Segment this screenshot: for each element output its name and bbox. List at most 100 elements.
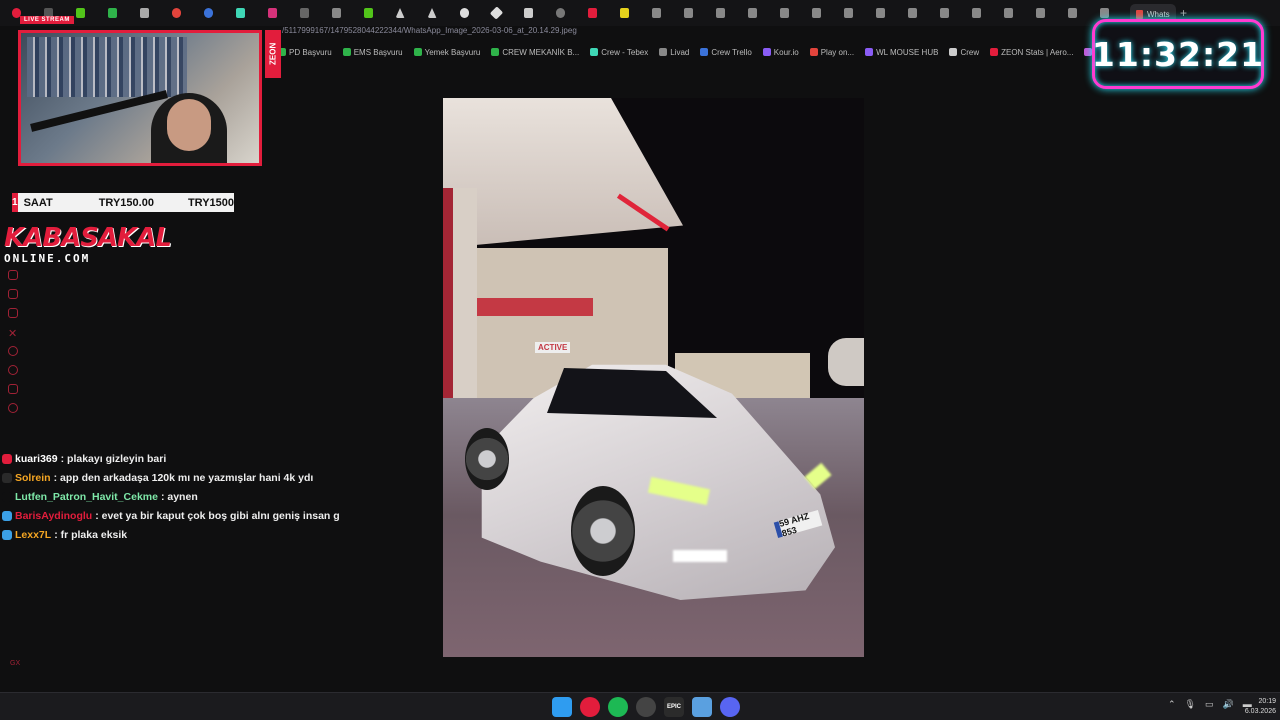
bookmark-label: Livad: [670, 47, 690, 57]
tab-icon-list[interactable]: [128, 0, 160, 26]
document-icon-7[interactable]: [800, 0, 832, 26]
bookmark-item[interactable]: Crew: [949, 48, 979, 57]
address-bar[interactable]: /5117999167/1479528044222344/WhatsApp_Im…: [270, 26, 1090, 40]
bookmark-item[interactable]: Livad: [659, 48, 689, 57]
document-icon-11[interactable]: [928, 0, 960, 26]
epic-label: EPIC: [666, 704, 681, 710]
sidebar-bottom-label: GX: [10, 660, 21, 667]
document-icon-5[interactable]: [736, 0, 768, 26]
bookmark-item[interactable]: Crew Trello: [700, 48, 752, 57]
fog-light: [673, 550, 727, 562]
sidebar-icon-7[interactable]: [8, 384, 18, 394]
epic-icon[interactable]: EPIC: [664, 697, 684, 717]
chat-username[interactable]: Lutfen_Patron_Havit_Cekme: [15, 491, 158, 503]
chat-username[interactable]: Solrein: [15, 472, 51, 484]
bookmark-label: PD Başvuru: [289, 47, 332, 57]
taskbar-apps: EPIC: [552, 697, 740, 717]
tab-icon-red[interactable]: [160, 0, 192, 26]
bookmark-item[interactable]: Yemek Başvuru: [413, 48, 480, 57]
document-icon-6[interactable]: [768, 0, 800, 26]
tab-icon-s[interactable]: [608, 0, 640, 26]
taskbar-time: 20:19: [1258, 698, 1276, 705]
chat-username[interactable]: BarisAydinoglu: [15, 510, 92, 522]
bookmark-item[interactable]: PD Başvuru: [278, 48, 332, 57]
tab-icon-k2[interactable]: [352, 0, 384, 26]
bookmark-item[interactable]: Play on...: [809, 47, 855, 57]
bookmark-item[interactable]: Crew - Tebex: [590, 48, 648, 57]
bookmark-icon: [865, 48, 874, 56]
x-sidebar-icon[interactable]: ✕: [8, 327, 18, 340]
webcam-overlay: [18, 30, 262, 166]
clock-sidebar-icon[interactable]: [8, 365, 18, 375]
bookmark-label: WL MOUSE HUB: [876, 47, 939, 57]
left-sidebar: ✕: [8, 270, 22, 422]
taskbar-date: 6.03.2026: [1244, 708, 1276, 715]
bookmark-item[interactable]: ZEON Stats | Aero...: [990, 48, 1073, 57]
settings-sidebar-icon[interactable]: [8, 403, 18, 413]
tab-icon-diamond[interactable]: [480, 0, 512, 26]
chat-badge-icon: [2, 453, 12, 464]
chat-text: : plakayı gizleyin bari: [60, 452, 167, 465]
bookmark-item[interactable]: WL MOUSE HUB: [865, 48, 938, 57]
tab-icon-dark[interactable]: [288, 0, 320, 26]
image-viewer[interactable]: ACTIVE 59 AHZ 853: [443, 98, 864, 657]
taskbar-clock[interactable]: 20:19 6.03.2026: [1236, 697, 1276, 717]
bookmark-label: Crew - Tebex: [601, 47, 649, 57]
document-icon-4[interactable]: [704, 0, 736, 26]
bookmark-label: Play on...: [820, 47, 855, 57]
building-stripe: [473, 298, 593, 316]
sidebar-icon-3[interactable]: [8, 308, 18, 318]
document-icon-2[interactable]: [640, 0, 672, 26]
bookmark-icon: [491, 48, 500, 56]
triangle-icon-2[interactable]: [416, 0, 448, 26]
bookmark-item[interactable]: Kour.io: [762, 48, 799, 57]
document-icon[interactable]: [320, 0, 352, 26]
document-icon-13[interactable]: [992, 0, 1024, 26]
instagram-icon[interactable]: [256, 0, 288, 26]
station-sign: ACTIVE: [535, 342, 571, 353]
github-icon[interactable]: [448, 0, 480, 26]
document-icon-15[interactable]: [1056, 0, 1088, 26]
windows-start-icon[interactable]: [552, 697, 572, 717]
chrome-icon[interactable]: [636, 697, 656, 717]
tab-icon-sheets[interactable]: [96, 0, 128, 26]
notepad-icon[interactable]: [692, 697, 712, 717]
document-icon-12[interactable]: [960, 0, 992, 26]
microphone-icon[interactable]: 🎙: [1185, 699, 1196, 710]
new-tab-button[interactable]: +: [1180, 6, 1187, 20]
bookmark-item[interactable]: EMS Başvuru: [342, 48, 403, 57]
opera-icon[interactable]: [580, 697, 600, 717]
chat-username[interactable]: kuari369: [15, 453, 58, 465]
channel-logo: KABASAKAL ONLINE.COM: [4, 223, 172, 265]
sidebar-icon-5[interactable]: [8, 346, 18, 356]
sidebar-icon-1[interactable]: [8, 270, 18, 280]
youtube-icon[interactable]: [576, 0, 608, 26]
document-icon-3[interactable]: [672, 0, 704, 26]
tab-icon-green[interactable]: [224, 0, 256, 26]
clock-time: 11:32:21: [1091, 34, 1265, 74]
document-icon-14[interactable]: [1024, 0, 1056, 26]
document-icon-8[interactable]: [832, 0, 864, 26]
tab-icon-blue[interactable]: [192, 0, 224, 26]
logo-text-top: KABASAKAL: [4, 223, 172, 253]
discord-icon[interactable]: [720, 697, 740, 717]
ticker-item-1: SAAT: [23, 196, 53, 209]
x-icon[interactable]: [512, 0, 544, 26]
tab-label: Whats: [1147, 9, 1170, 19]
tab-icon-gear[interactable]: [544, 0, 576, 26]
bookmark-item[interactable]: CREW MEKANİK B...: [491, 48, 579, 57]
triangle-icon[interactable]: [384, 0, 416, 26]
volume-icon[interactable]: 🔊: [1223, 699, 1234, 710]
document-icon-9[interactable]: [864, 0, 896, 26]
chat-text: : evet ya bir kaput çok boş gibi alnı ge…: [95, 509, 340, 522]
stream-clock: 11:32:21: [1092, 19, 1264, 89]
sidebar-icon-2[interactable]: [8, 289, 18, 299]
chevron-up-icon[interactable]: ⌃: [1168, 699, 1176, 710]
spotify-icon[interactable]: [608, 697, 628, 717]
network-icon[interactable]: ▭: [1205, 699, 1214, 710]
document-icon-10[interactable]: [896, 0, 928, 26]
streamer-face: [167, 99, 211, 151]
bookmark-icon: [762, 48, 771, 56]
chat-message: BarisAydinoglu: evet ya bir kaput çok bo…: [2, 506, 342, 525]
chat-username[interactable]: Lexx7L: [15, 529, 51, 541]
